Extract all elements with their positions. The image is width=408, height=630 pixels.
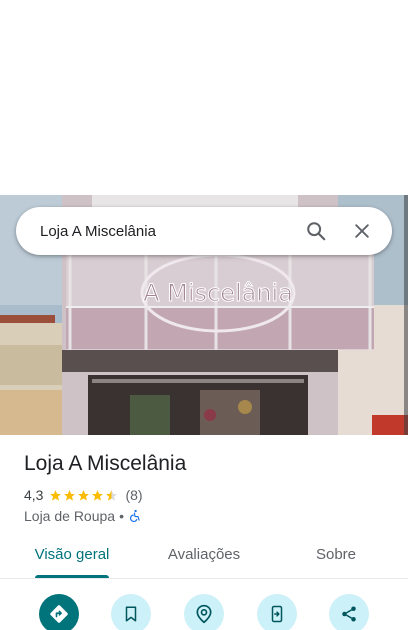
star-icon <box>64 489 76 501</box>
search-bar[interactable]: Loja A Miscelânia <box>16 207 392 255</box>
separator: • <box>119 508 124 524</box>
share-icon <box>342 606 356 622</box>
map-blank-area <box>0 0 408 195</box>
action-buttons <box>0 594 408 630</box>
shop-sign-text: A Miscelânia <box>143 279 293 307</box>
directions-button[interactable] <box>39 594 79 630</box>
clear-search-button[interactable] <box>342 211 382 251</box>
category-row: Loja de Roupa • <box>24 508 142 524</box>
save-button[interactable] <box>111 594 151 630</box>
directions-icon <box>50 605 68 623</box>
active-tab-indicator <box>35 575 109 578</box>
rating-value: 4,3 <box>24 487 44 503</box>
tab-reviews[interactable]: Avaliações <box>149 530 259 579</box>
place-title: Loja A Miscelânia <box>24 452 187 475</box>
tab-bar: Visão geral Avaliações Sobre <box>0 530 408 579</box>
send-to-phone-icon <box>271 605 283 623</box>
review-count[interactable]: (8) <box>125 487 142 503</box>
star-rating <box>49 489 119 502</box>
tab-about[interactable]: Sobre <box>281 530 391 579</box>
star-icon <box>92 489 104 501</box>
photo-scrollbar[interactable] <box>404 195 408 435</box>
place-category: Loja de Roupa <box>24 508 116 524</box>
share-button[interactable] <box>329 594 369 630</box>
search-icon <box>307 222 326 241</box>
nearby-icon <box>196 604 212 624</box>
nearby-button[interactable] <box>184 594 224 630</box>
send-to-phone-button[interactable] <box>257 594 297 630</box>
search-input[interactable]: Loja A Miscelânia <box>40 223 296 240</box>
half-star-icon <box>106 489 118 501</box>
close-icon <box>355 224 369 238</box>
search-button[interactable] <box>296 211 336 251</box>
star-icon <box>78 489 90 501</box>
rating-row[interactable]: 4,3 (8) <box>24 487 143 503</box>
tab-overview[interactable]: Visão geral <box>17 530 127 579</box>
bookmark-icon <box>125 606 137 622</box>
star-icon <box>50 489 62 501</box>
wheelchair-icon <box>129 509 140 523</box>
